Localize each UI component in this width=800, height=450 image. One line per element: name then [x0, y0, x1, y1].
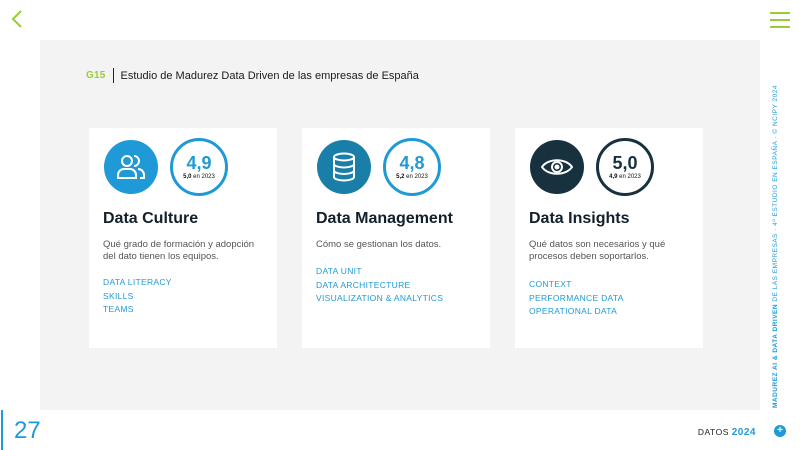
people-icon — [104, 140, 158, 194]
page-number-bar — [1, 410, 3, 450]
card-description: Qué grado de formación y adopción del da… — [103, 239, 255, 262]
tag-link[interactable]: OPERATIONAL DATA — [529, 305, 624, 319]
score-value: 4,9 — [186, 153, 212, 173]
section-title: Estudio de Madurez Data Driven de las em… — [120, 69, 419, 82]
card-title: Data Insights — [529, 210, 630, 227]
tag-link[interactable]: VISUALIZATION & ANALYTICS — [316, 292, 443, 306]
card-data-management: 4,8 5,2 en 2023 Data Management Cómo se … — [302, 128, 490, 348]
tag-link[interactable]: SKILLS — [103, 290, 172, 304]
vertical-sidebar-caption: MADUREZ AI & DATA DRIVEN DE LAS EMPRESAS… — [772, 85, 779, 408]
section-heading: G15 Estudio de Madurez Data Driven de la… — [86, 68, 419, 83]
previous-score: 5,2 en 2023 — [396, 174, 428, 180]
back-chevron-icon[interactable] — [6, 8, 28, 30]
score-badge: 4,8 5,2 en 2023 — [383, 138, 441, 196]
footer-section-label: DATOS 2024 — [697, 427, 756, 438]
score-badge: 4,9 5,0 en 2023 — [170, 138, 228, 196]
previous-score: 4,9 en 2023 — [609, 174, 641, 180]
tag-link[interactable]: DATA UNIT — [316, 265, 443, 279]
score-value: 5,0 — [612, 153, 638, 173]
hamburger-menu-icon[interactable] — [770, 12, 790, 28]
card-title: Data Management — [316, 210, 453, 227]
previous-score: 5,0 en 2023 — [183, 174, 215, 180]
score-badge: 5,0 4,9 en 2023 — [596, 138, 654, 196]
tag-list: DATA UNIT DATA ARCHITECTURE VISUALIZATIO… — [316, 265, 443, 306]
tag-link[interactable]: DATA ARCHITECTURE — [316, 279, 443, 293]
score-value: 4,8 — [399, 153, 425, 173]
card-description: Qué datos son necesarios y qué procesos … — [529, 239, 666, 262]
eye-icon — [530, 140, 584, 194]
page-number: 27 — [14, 417, 41, 444]
database-icon — [317, 140, 371, 194]
card-data-culture: 4,9 5,0 en 2023 Data Culture Qué grado d… — [89, 128, 277, 348]
tag-list: CONTEXT PERFORMANCE DATA OPERATIONAL DAT… — [529, 278, 624, 319]
tag-link[interactable]: TEAMS — [103, 303, 172, 317]
tag-link[interactable]: CONTEXT — [529, 278, 624, 292]
figure-code: G15 — [86, 70, 106, 81]
tag-link[interactable]: PERFORMANCE DATA — [529, 292, 624, 306]
card-description: Cómo se gestionan los datos. — [316, 239, 442, 250]
tag-link[interactable]: DATA LITERACY — [103, 276, 172, 290]
heading-divider — [112, 68, 114, 83]
card-title: Data Culture — [103, 210, 199, 227]
plus-icon[interactable]: + — [774, 425, 786, 437]
card-data-insights: 5,0 4,9 en 2023 Data Insights Qué datos … — [515, 128, 703, 348]
tag-list: DATA LITERACY SKILLS TEAMS — [103, 276, 172, 317]
